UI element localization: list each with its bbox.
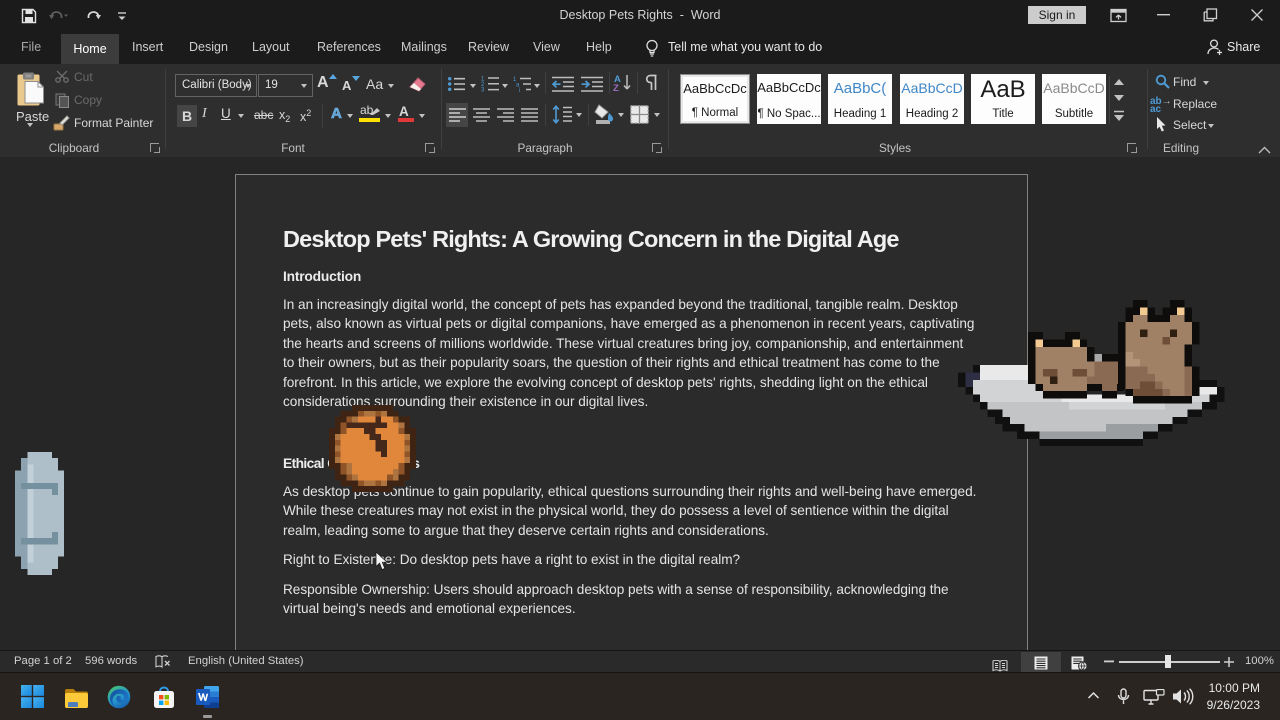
svg-text:i: i xyxy=(519,88,520,92)
svg-text:3: 3 xyxy=(481,88,485,93)
